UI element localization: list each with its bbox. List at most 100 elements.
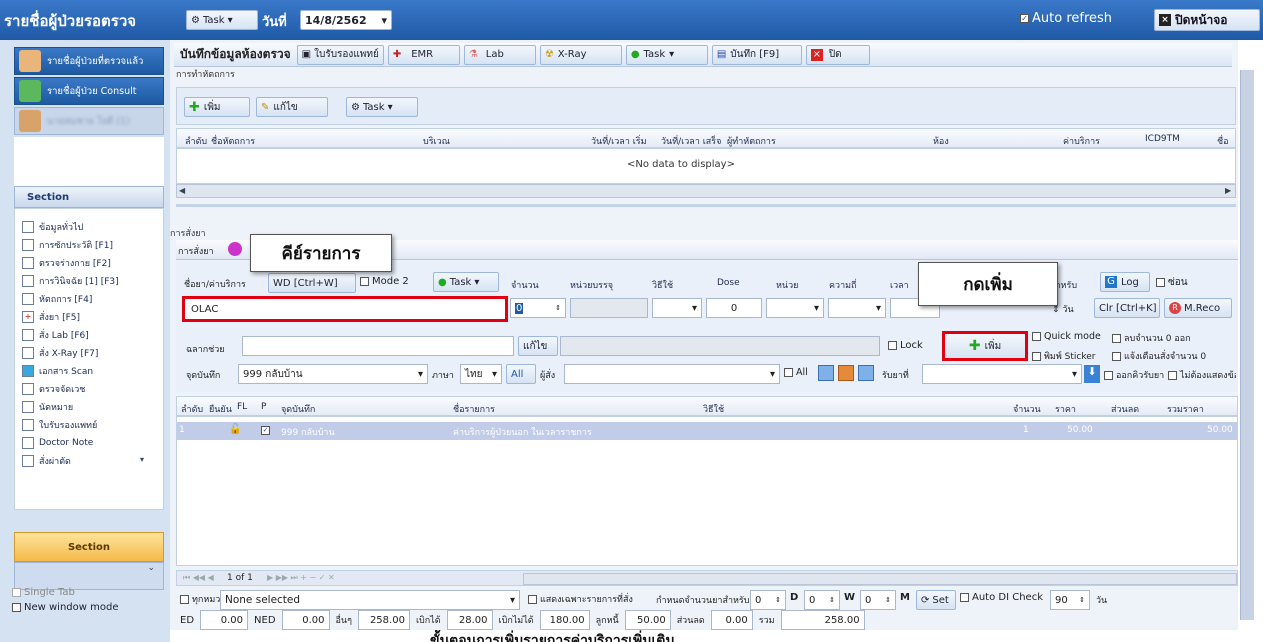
all-button[interactable]: All [506, 364, 536, 384]
order-hscroll[interactable] [523, 573, 1237, 585]
auto-refresh-checkbox[interactable]: ✓ Auto refresh [1020, 11, 1112, 26]
receive-at-select[interactable]: ▾ [922, 364, 1082, 384]
section-item-procedure[interactable]: หัตถการ [F4] [22, 290, 92, 307]
section-item-xray[interactable]: สั่ง X-Ray [F7] [22, 344, 98, 361]
procedure-task-button[interactable]: ⚙ Task ▾ [346, 97, 418, 117]
plus-circle-icon[interactable] [228, 242, 242, 256]
section-item-lab[interactable]: สั่ง Lab [F6] [22, 326, 89, 343]
set-button[interactable]: ⟳ Set [916, 590, 956, 610]
procedure-edit-button[interactable]: ✎ แก้ไข [256, 97, 328, 117]
m-stepper[interactable]: 0 ⇕ [860, 590, 896, 610]
col-qty: จำนวน [1013, 405, 1041, 415]
qty-stepper[interactable]: 0 ⇕ [510, 298, 566, 318]
task-button[interactable]: ● Task ▾ [625, 44, 708, 65]
people-icon[interactable] [838, 365, 854, 381]
usage-select[interactable]: ▾ [652, 298, 702, 318]
main-vscroll[interactable] [1240, 70, 1254, 620]
chevron-down-icon: ▾ [491, 368, 497, 380]
xray-button[interactable]: ☢ X-Ray [539, 44, 622, 65]
splitter[interactable] [176, 204, 1236, 207]
orderer-select[interactable]: ▾ [564, 364, 780, 384]
arrow-right-icon[interactable]: ▶ [1225, 186, 1231, 195]
queue-checkbox[interactable]: ออกคิวรับยา [1104, 368, 1164, 382]
order-task-button[interactable]: ● Task ▾ [433, 272, 499, 292]
log-button[interactable]: G Log [1100, 272, 1150, 292]
wd-button[interactable]: WD [Ctrl+W] [268, 273, 356, 293]
unit-select[interactable]: ▾ [766, 298, 824, 318]
date-picker[interactable]: 14/8/2562 ▾ [300, 10, 392, 30]
medicine-icon: R [1169, 302, 1181, 314]
procedure-add-button[interactable]: ✚ เพิ่ม [184, 97, 250, 117]
mode2-checkbox[interactable]: Mode 2 [360, 276, 409, 287]
plus-icon: ✚ [189, 99, 200, 115]
section-item-diagnosis[interactable]: การวินิจฉัย [1] [F3] [22, 272, 119, 289]
chevron-down-icon: ▾ [227, 14, 233, 26]
sidebar-patient[interactable]: นายสมชาย ใจดี (1) [14, 107, 164, 135]
sidebar-nav-examined[interactable]: รายชื่อผู้ป่วยที่ตรวจแล้ว [14, 47, 164, 75]
procedure-hscroll[interactable]: ◀ ▶ [176, 184, 1236, 198]
section-item-doctor-note[interactable]: Doctor Note [22, 434, 93, 451]
stepper-icon: ⇕ [555, 304, 561, 312]
auto-di-stepper[interactable]: 90 ⇕ [1050, 590, 1090, 610]
help-label-input[interactable] [242, 336, 514, 356]
label-record-point: จุดบันทึก [186, 371, 221, 381]
single-tab-checkbox[interactable]: Single Tab [12, 587, 75, 598]
record-point-select[interactable]: 999 กลับบ้าน ▾ [238, 364, 428, 384]
expand-chevron-icon[interactable]: ⌄ [14, 562, 164, 590]
quick-mode-checkbox[interactable]: Quick mode [1032, 331, 1101, 342]
new-window-checkbox[interactable]: New window mode [12, 602, 118, 613]
shuffle-icon[interactable] [858, 365, 874, 381]
save-button[interactable]: ▤ บันทึก [F9] [711, 44, 802, 65]
section-item-drug[interactable]: + สั่งยา [F5] [22, 308, 80, 325]
calendar-icon[interactable] [818, 365, 834, 381]
w-stepper[interactable]: 0 ⇕ [804, 590, 840, 610]
warn-zero-checkbox[interactable]: แจ้งเตือนสั่งจำนวน 0 [1112, 349, 1206, 363]
item-search-input[interactable]: OLAC [182, 296, 508, 322]
arrow-down-icon[interactable]: ⬇ [1084, 365, 1100, 383]
sidebar: รายชื่อผู้ป่วยที่ตรวจแล้ว รายชื่อผู้ป่วย… [0, 40, 170, 642]
label-language: ภาษา [432, 371, 454, 381]
table-row[interactable]: 1 🔓 ✓ 999 กลับบ้าน ค่าบริการผู้ป่วยนอก ใ… [177, 422, 1237, 440]
stepper-icon: ⇕ [829, 596, 835, 604]
close-button[interactable]: × ปิด [805, 44, 870, 65]
lab-button[interactable]: ⚗ Lab [463, 44, 536, 65]
mreco-button[interactable]: R M.Reco [1164, 298, 1232, 318]
auto-di-checkbox[interactable]: Auto DI Check [960, 592, 1043, 603]
section-item-general[interactable]: ข้อมูลทั่วไป [22, 218, 83, 235]
category-select[interactable]: None selected ▾ [220, 590, 520, 610]
no-message-checkbox[interactable]: ไม่ต้องแสดงข้อความแจ้ง [1168, 368, 1236, 382]
print-sticker-checkbox[interactable]: พิมพ์ Sticker [1032, 349, 1095, 363]
show-ordered-checkbox[interactable]: แสดงเฉพาะรายการที่สั่ง [528, 592, 633, 606]
arrow-left-icon[interactable]: ◀ [179, 186, 185, 195]
section-item-surgery[interactable]: สั่งผ่าตัด [22, 452, 71, 469]
chevron-down-icon[interactable]: ▾ [140, 455, 144, 464]
lock-checkbox[interactable]: Lock [888, 340, 923, 351]
d-stepper[interactable]: 0 ⇕ [750, 590, 786, 610]
add-item-button[interactable]: ✚ เพิ่ม [942, 331, 1028, 361]
section-item-scan[interactable]: เอกสาร Scan [22, 362, 93, 379]
caption: ขั้นตอนการเพิ่มรายการค่าบริการเพิ่มเติม [430, 633, 675, 642]
remove-zero-checkbox[interactable]: ลบจำนวน 0 ออก [1112, 331, 1191, 345]
section-item-exam[interactable]: ตรวจร่างกาย [F2] [22, 254, 111, 271]
task-dropdown[interactable]: ⚙ Task ▾ [186, 10, 258, 30]
tab-order[interactable]: การสั่งยา [178, 244, 214, 258]
dose-field[interactable]: 0 [706, 298, 762, 318]
nav-first-icon[interactable]: ⏮ ◀◀ ◀ [183, 573, 214, 583]
sidebar-nav-consult[interactable]: รายชื่อผู้ป่วย Consult [14, 77, 164, 105]
p-checkbox[interactable]: ✓ [261, 426, 270, 435]
label-edit-button[interactable]: แก้ไข [518, 336, 558, 356]
all-orderer-checkbox[interactable]: All [784, 367, 808, 378]
section-item-history[interactable]: การซักประวัติ [F1] [22, 236, 113, 253]
nav-next-icon[interactable]: ▶ ▶▶ ⏭ + − ✓ ✕ [267, 573, 335, 583]
hide-checkbox[interactable]: ซ่อน [1156, 275, 1188, 290]
frequency-select[interactable]: ▾ [828, 298, 886, 318]
certificate-button[interactable]: ▣ ใบรับรองแพทย์ [296, 44, 384, 65]
section-item-certificate[interactable]: ใบรับรองแพทย์ [22, 416, 97, 433]
section-item-appointment[interactable]: นัดหมาย [22, 398, 73, 415]
section-footer-tab[interactable]: Section [14, 532, 164, 562]
emr-button[interactable]: ✚ EMR [387, 44, 460, 65]
language-select[interactable]: ไทย ▾ [460, 364, 502, 384]
section-item-psych[interactable]: ตรวจจัดเวช [22, 380, 85, 397]
close-screen-button[interactable]: × ปิดหน้าจอ [1154, 9, 1260, 31]
clear-button[interactable]: Clr [Ctrl+K] [1094, 298, 1160, 318]
